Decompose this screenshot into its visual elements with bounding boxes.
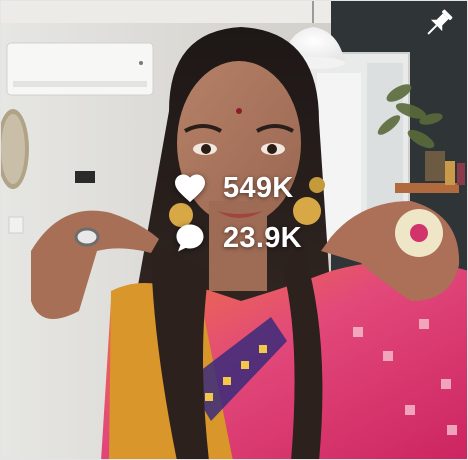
post-stats-overlay: 549K 23.9K [171,169,302,257]
post-tile[interactable]: 549K 23.9K [0,0,468,460]
comment-bubble-icon [171,219,209,257]
likes-count: 549K [223,172,294,204]
likes-stat: 549K [171,169,302,207]
pin-icon[interactable] [419,5,457,43]
comments-stat: 23.9K [171,219,302,257]
heart-icon [171,169,209,207]
comments-count: 23.9K [223,222,302,254]
